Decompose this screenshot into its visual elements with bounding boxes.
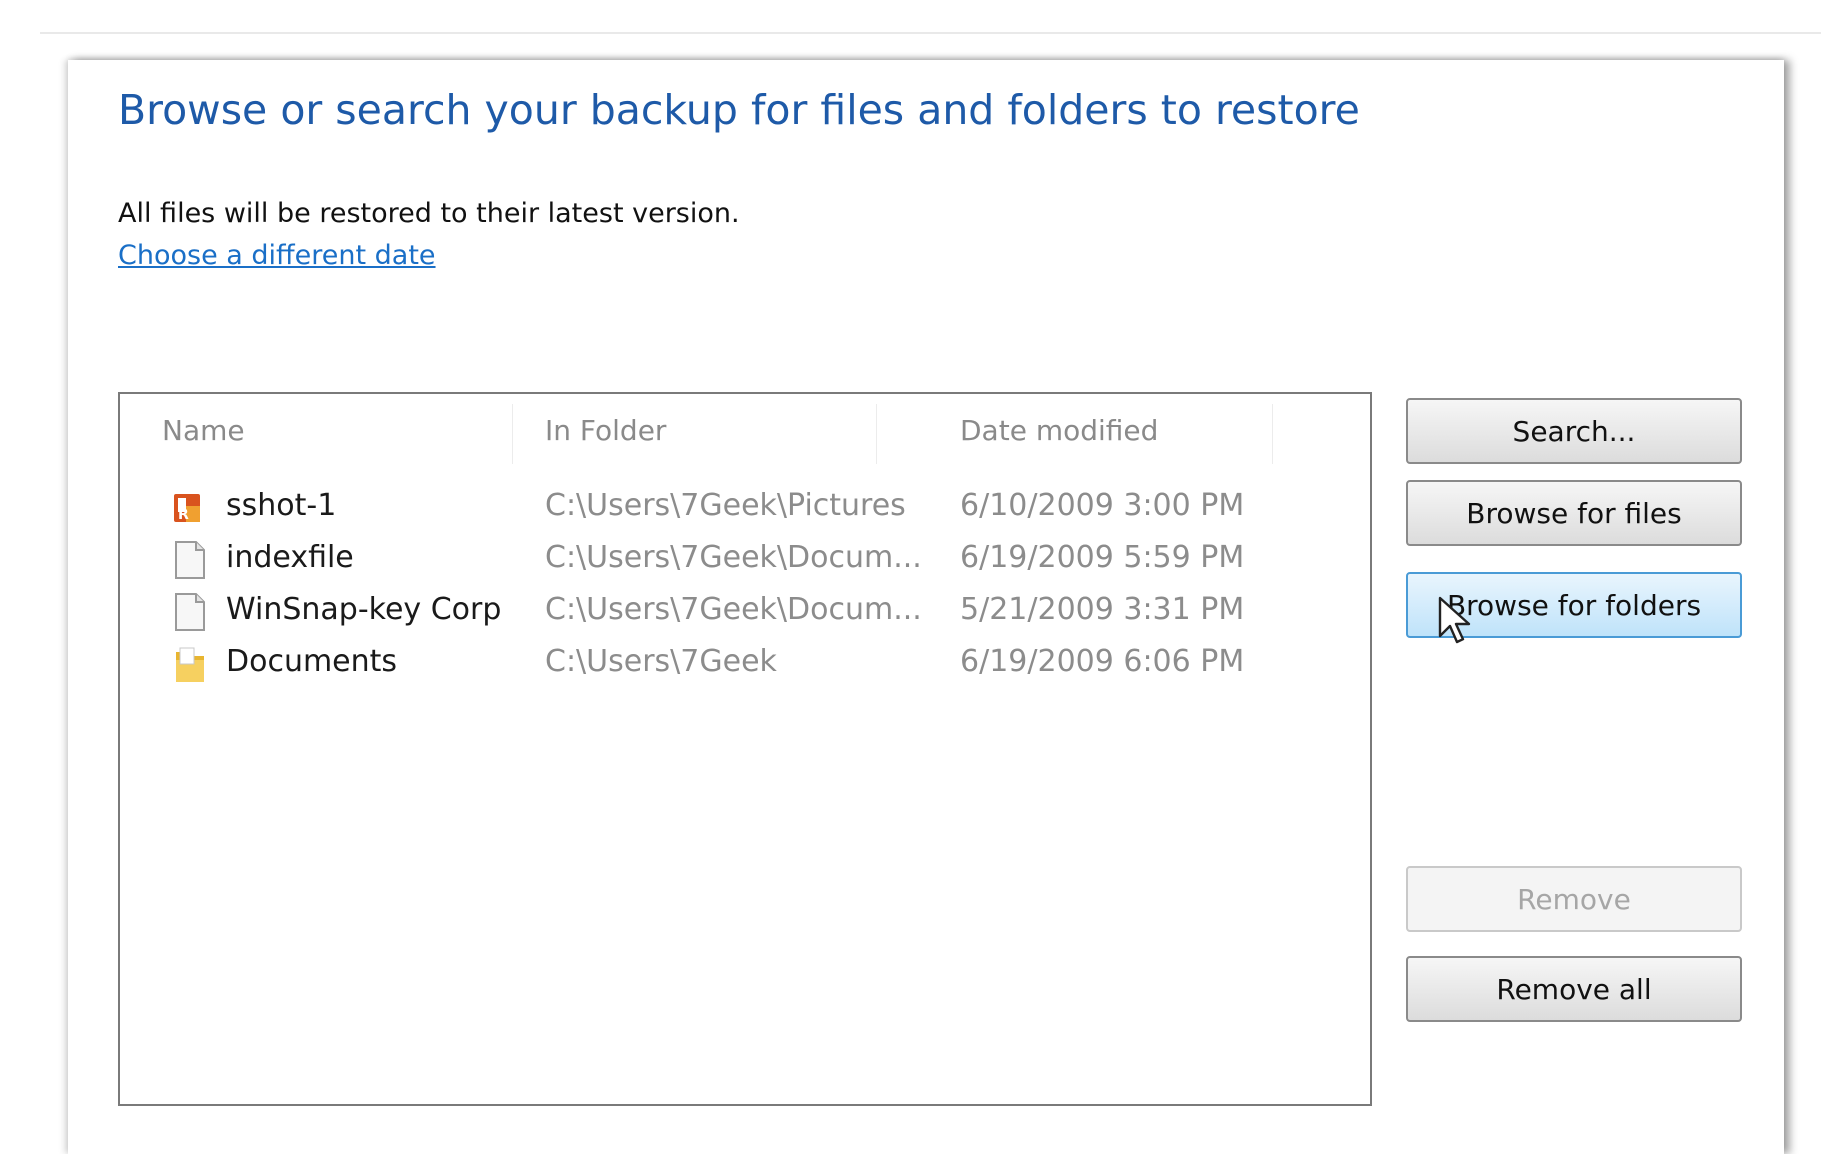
- file-row[interactable]: R sshot-1 C:\Users\7Geek\Pictures 6/10/2…: [120, 478, 1370, 534]
- column-header-name[interactable]: Name: [162, 414, 245, 447]
- file-name: sshot-1: [226, 488, 337, 523]
- browse-for-files-button[interactable]: Browse for files: [1406, 480, 1742, 546]
- document-file-icon: [175, 541, 205, 579]
- file-date-modified: 6/19/2009 6:06 PM: [960, 644, 1245, 679]
- file-folder-path: C:\Users\7Geek\Docum...: [545, 592, 922, 627]
- restore-files-dialog: Browse or search your backup for files a…: [68, 60, 1784, 1154]
- file-name: WinSnap-key Corp: [226, 592, 502, 627]
- file-folder-path: C:\Users\7Geek: [545, 644, 777, 679]
- svg-text:R: R: [178, 507, 189, 523]
- folder-icon: [176, 647, 204, 682]
- restore-info-text: All files will be restored to their late…: [118, 198, 740, 229]
- file-list[interactable]: Name In Folder Date modified R sshot-1 C…: [118, 392, 1372, 1106]
- file-name: indexfile: [226, 540, 354, 575]
- file-row[interactable]: indexfile C:\Users\7Geek\Docum... 6/19/2…: [120, 530, 1370, 586]
- search-button[interactable]: Search...: [1406, 398, 1742, 464]
- file-date-modified: 6/10/2009 3:00 PM: [960, 488, 1245, 523]
- column-separator[interactable]: [876, 404, 877, 464]
- remove-all-button[interactable]: Remove all: [1406, 956, 1742, 1022]
- column-separator[interactable]: [512, 404, 513, 464]
- file-date-modified: 5/21/2009 3:31 PM: [960, 592, 1245, 627]
- document-file-icon: [175, 593, 205, 631]
- file-date-modified: 6/19/2009 5:59 PM: [960, 540, 1245, 575]
- column-separator[interactable]: [1272, 404, 1273, 464]
- dialog-heading: Browse or search your backup for files a…: [118, 86, 1360, 134]
- remove-button[interactable]: Remove: [1406, 866, 1742, 932]
- file-name: Documents: [226, 644, 398, 679]
- file-folder-path: C:\Users\7Geek\Docum...: [545, 540, 922, 575]
- column-header-in-folder[interactable]: In Folder: [545, 414, 666, 447]
- image-file-icon: R: [174, 494, 200, 523]
- column-header-date-modified[interactable]: Date modified: [960, 414, 1158, 447]
- choose-date-link[interactable]: Choose a different date: [118, 240, 436, 271]
- file-folder-path: C:\Users\7Geek\Pictures: [545, 488, 906, 523]
- file-row[interactable]: WinSnap-key Corp C:\Users\7Geek\Docum...…: [120, 582, 1370, 638]
- file-row[interactable]: Documents C:\Users\7Geek 6/19/2009 6:06 …: [120, 634, 1370, 690]
- mouse-cursor-icon: [1438, 596, 1471, 644]
- top-divider: [40, 32, 1821, 34]
